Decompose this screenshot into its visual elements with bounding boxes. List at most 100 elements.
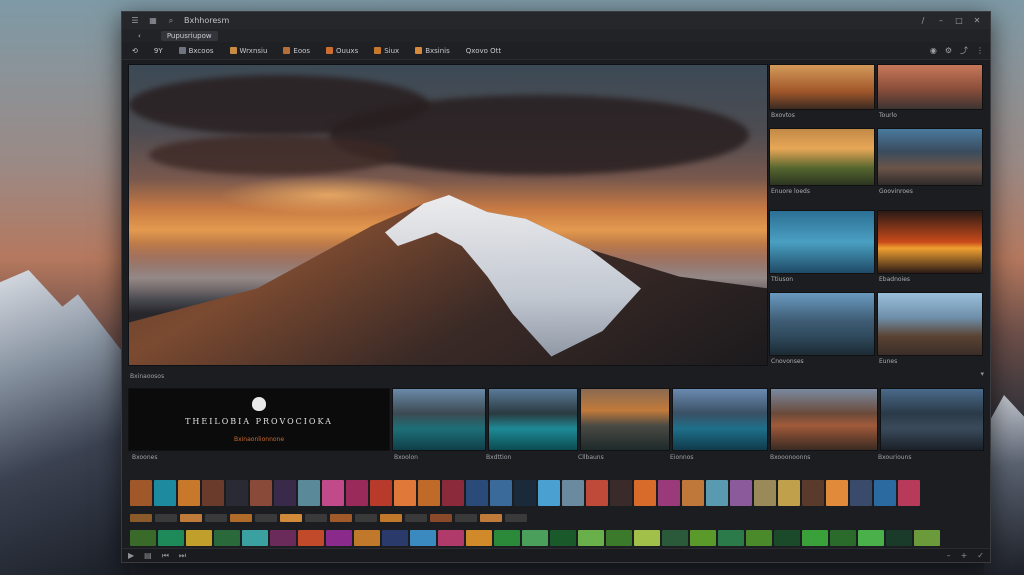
- tool-qxovo[interactable]: Qxovo Ott: [462, 46, 505, 56]
- main-image-viewer[interactable]: [128, 64, 768, 366]
- tile[interactable]: [682, 480, 704, 506]
- tile[interactable]: [578, 530, 604, 546]
- tool-bxcoos[interactable]: Bxcoos: [175, 46, 218, 56]
- tool-eoos[interactable]: Eoos: [279, 46, 314, 56]
- thumbnail-5[interactable]: [769, 210, 875, 274]
- tool-siux[interactable]: Siux: [370, 46, 403, 56]
- tag-chip[interactable]: [430, 514, 452, 522]
- tag-chip[interactable]: [130, 514, 152, 522]
- tile[interactable]: [706, 480, 728, 506]
- tile[interactable]: [354, 530, 380, 546]
- tag-chip[interactable]: [180, 514, 202, 522]
- tile[interactable]: [662, 530, 688, 546]
- tile[interactable]: [130, 480, 152, 506]
- grid-icon[interactable]: ▦: [148, 16, 158, 26]
- tile[interactable]: [514, 480, 536, 506]
- tile[interactable]: [538, 480, 560, 506]
- tile[interactable]: [522, 530, 548, 546]
- tag-chip[interactable]: [280, 514, 302, 522]
- tile[interactable]: [466, 480, 488, 506]
- play-icon[interactable]: ▶: [128, 551, 134, 560]
- tile[interactable]: [898, 480, 920, 506]
- tile[interactable]: [154, 480, 176, 506]
- tile[interactable]: [322, 480, 344, 506]
- tag-chip[interactable]: [380, 514, 402, 522]
- promo-card[interactable]: THEILOBIA PROVOCIOKA Bxinaonlionnone: [128, 388, 390, 451]
- tile[interactable]: [410, 530, 436, 546]
- app-menu-icon[interactable]: ☰: [130, 16, 140, 26]
- tag-chip[interactable]: [355, 514, 377, 522]
- search-icon[interactable]: ⌕: [166, 16, 176, 26]
- tag-chip[interactable]: [330, 514, 352, 522]
- tile[interactable]: [418, 480, 440, 506]
- tile[interactable]: [690, 530, 716, 546]
- tile[interactable]: [606, 530, 632, 546]
- tool-ouuxs[interactable]: Ouuxs: [322, 46, 362, 56]
- settings-icon[interactable]: ⚙: [945, 46, 952, 55]
- tile[interactable]: [442, 480, 464, 506]
- tile[interactable]: [778, 480, 800, 506]
- pen-icon[interactable]: ∕: [918, 16, 928, 26]
- tile[interactable]: [730, 480, 752, 506]
- tile[interactable]: [214, 530, 240, 546]
- thumbnail-6[interactable]: [877, 210, 983, 274]
- filmstrip-thumb-6[interactable]: [880, 388, 984, 451]
- tile[interactable]: [774, 530, 800, 546]
- tile[interactable]: [346, 480, 368, 506]
- tile[interactable]: [382, 530, 408, 546]
- tile[interactable]: [438, 530, 464, 546]
- checkmark-icon[interactable]: ✓: [977, 551, 984, 560]
- tile[interactable]: [270, 530, 296, 546]
- tile[interactable]: [802, 480, 824, 506]
- tool-9y[interactable]: 9Y: [150, 46, 167, 56]
- tile[interactable]: [250, 480, 272, 506]
- tile[interactable]: [242, 530, 268, 546]
- thumbnail-3[interactable]: [769, 128, 875, 186]
- tile[interactable]: [718, 530, 744, 546]
- rewind-icon[interactable]: ⏮: [162, 551, 169, 561]
- tile[interactable]: [850, 480, 872, 506]
- tile[interactable]: [858, 530, 884, 546]
- tile[interactable]: [610, 480, 632, 506]
- tab-primary[interactable]: Pupusriupow: [160, 30, 218, 41]
- tile[interactable]: [550, 530, 576, 546]
- menu-back-icon[interactable]: ‹: [132, 31, 147, 41]
- tile[interactable]: [658, 480, 680, 506]
- tile[interactable]: [326, 530, 352, 546]
- tag-chip[interactable]: [230, 514, 252, 522]
- tag-chip[interactable]: [305, 514, 327, 522]
- tile[interactable]: [562, 480, 584, 506]
- tile[interactable]: [886, 530, 912, 546]
- tile[interactable]: [394, 480, 416, 506]
- layers-icon[interactable]: ▤: [144, 551, 152, 560]
- thumbnail-1[interactable]: [769, 64, 875, 110]
- minimize-icon[interactable]: –: [936, 16, 946, 26]
- tag-chip[interactable]: [255, 514, 277, 522]
- tile[interactable]: [202, 480, 224, 506]
- tile[interactable]: [830, 530, 856, 546]
- tile[interactable]: [466, 530, 492, 546]
- tile[interactable]: [130, 530, 156, 546]
- close-icon[interactable]: ✕: [972, 16, 982, 26]
- tag-chip[interactable]: [155, 514, 177, 522]
- tile[interactable]: [634, 480, 656, 506]
- maximize-icon[interactable]: □: [954, 16, 964, 26]
- thumbnail-7[interactable]: [769, 292, 875, 356]
- tile[interactable]: [586, 480, 608, 506]
- tile[interactable]: [298, 480, 320, 506]
- thumbnail-4[interactable]: [877, 128, 983, 186]
- tile[interactable]: [490, 480, 512, 506]
- tile[interactable]: [746, 530, 772, 546]
- filmstrip-thumb-4[interactable]: [672, 388, 768, 451]
- zoom-in-icon[interactable]: +: [961, 551, 968, 560]
- thumbnail-2[interactable]: [877, 64, 983, 110]
- more-icon[interactable]: ⋮: [976, 46, 984, 55]
- tile[interactable]: [914, 530, 940, 546]
- share-icon[interactable]: ⤴: [960, 45, 968, 56]
- eye-icon[interactable]: ◉: [930, 46, 937, 55]
- tag-chip[interactable]: [505, 514, 527, 522]
- zoom-out-icon[interactable]: –: [947, 551, 951, 560]
- tool-wrxnsiu[interactable]: Wrxnsiu: [226, 46, 272, 56]
- tile[interactable]: [874, 480, 896, 506]
- forward-icon[interactable]: ⏭: [179, 551, 186, 561]
